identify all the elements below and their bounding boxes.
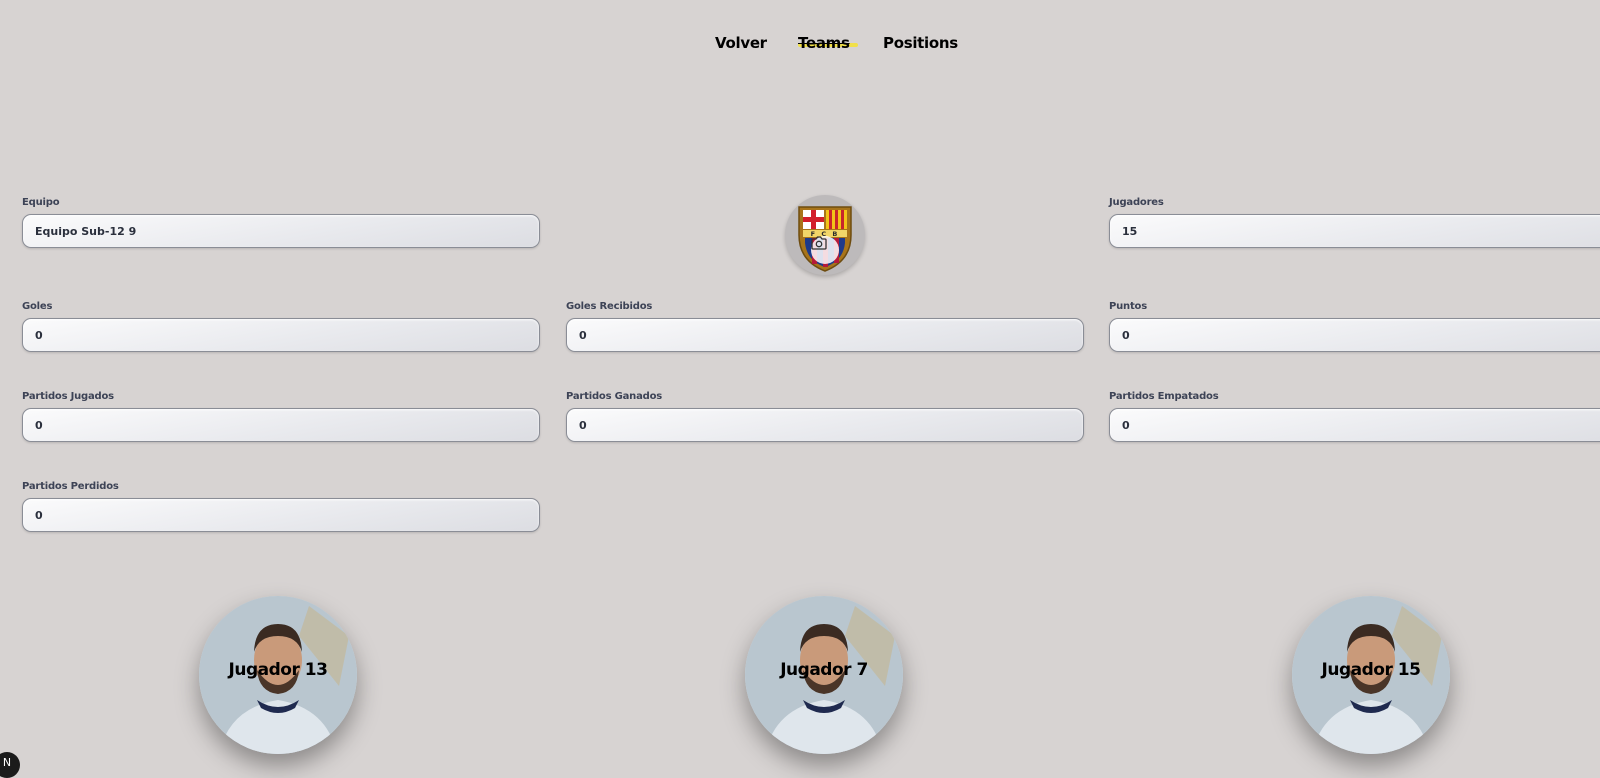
partidos-empatados-input[interactable]: [1109, 408, 1600, 442]
puntos-input[interactable]: [1109, 318, 1600, 352]
equipo-input[interactable]: [22, 214, 540, 248]
jugadores-input[interactable]: [1109, 214, 1600, 248]
partidos-perdidos-input[interactable]: [22, 498, 540, 532]
player-card[interactable]: Jugador 13: [199, 596, 357, 754]
team-badge: F C B: [785, 195, 865, 275]
partidos-ganados-input[interactable]: [566, 408, 1084, 442]
goles-recibidos-field-group: Goles Recibidos: [566, 301, 1084, 352]
partidos-jugados-label: Partidos Jugados: [22, 391, 114, 402]
partidos-ganados-field-group: Partidos Ganados: [566, 391, 1084, 442]
player-name: Jugador 7: [780, 660, 868, 680]
player-card[interactable]: Jugador 15: [1292, 596, 1450, 754]
partidos-perdidos-field-group: Partidos Perdidos: [22, 481, 540, 532]
jugadores-field-group: Jugadores: [1109, 197, 1600, 248]
goles-recibidos-input[interactable]: [566, 318, 1084, 352]
goles-input[interactable]: [22, 318, 540, 352]
puntos-field-group: Puntos: [1109, 301, 1600, 352]
partidos-jugados-field-group: Partidos Jugados: [22, 391, 540, 442]
puntos-label: Puntos: [1109, 301, 1147, 312]
nav-back-link[interactable]: Volver: [715, 34, 767, 52]
top-nav: Volver Teams Positions: [0, 34, 1600, 56]
player-name: Jugador 13: [228, 660, 328, 680]
goles-recibidos-label: Goles Recibidos: [566, 301, 653, 312]
goles-field-group: Goles: [22, 301, 540, 352]
camera-icon: [811, 236, 827, 250]
partidos-ganados-label: Partidos Ganados: [566, 391, 663, 402]
player-card[interactable]: Jugador 7: [745, 596, 903, 754]
goles-label: Goles: [22, 301, 53, 312]
nav-positions-link[interactable]: Positions: [883, 34, 958, 52]
equipo-field-group: Equipo: [22, 197, 540, 248]
partidos-jugados-input[interactable]: [22, 408, 540, 442]
change-badge-button[interactable]: [811, 236, 839, 264]
partidos-empatados-field-group: Partidos Empatados: [1109, 391, 1600, 442]
partidos-empatados-label: Partidos Empatados: [1109, 391, 1219, 402]
jugadores-label: Jugadores: [1109, 197, 1164, 208]
partidos-perdidos-label: Partidos Perdidos: [22, 481, 119, 492]
corner-badge[interactable]: N: [0, 752, 20, 778]
nav-teams-link[interactable]: Teams: [798, 34, 858, 52]
player-name: Jugador 15: [1321, 660, 1421, 680]
equipo-label: Equipo: [22, 197, 60, 208]
